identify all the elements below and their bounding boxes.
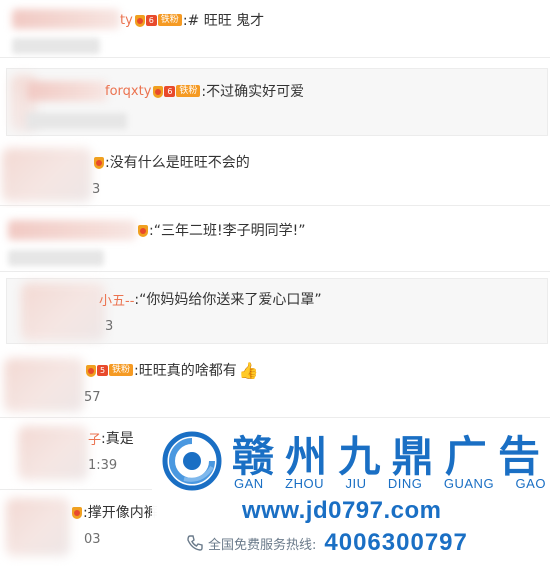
vip-badge xyxy=(138,224,148,237)
crown-icon xyxy=(86,364,96,377)
blurred-username xyxy=(12,9,120,29)
blurred-avatar xyxy=(21,283,105,341)
fan-badge: 铁粉 xyxy=(109,364,134,376)
blurred-timestamp xyxy=(12,38,100,54)
brand-logo xyxy=(162,431,222,491)
blurred-timestamp xyxy=(27,113,127,129)
comment-item: 5 铁粉 :旺旺真的啥都有 👍 57 xyxy=(0,350,550,418)
comment-line: forqxty 6 铁粉 :不过确实好可爱 xyxy=(105,81,304,101)
brand-char: 州 xyxy=(285,431,330,481)
vip-level: 5 xyxy=(97,364,108,376)
username-visible[interactable]: forqxty xyxy=(105,84,151,99)
blurred-username xyxy=(27,81,107,101)
comment-line: :“三年二班!李子明同学!” xyxy=(136,220,305,240)
blurred-avatar xyxy=(18,426,88,480)
comment-line: 小五-- :“你妈妈给你送来了爱心口罩” xyxy=(99,289,322,309)
crown-icon xyxy=(72,506,82,519)
comment-line: 5 铁粉 :旺旺真的啥都有 👍 xyxy=(84,360,259,380)
username-visible[interactable]: 子 xyxy=(88,429,101,448)
timestamp: 3 xyxy=(105,319,114,334)
pinyin-word: ZHOU xyxy=(285,476,324,491)
blurred-avatar xyxy=(4,358,84,412)
comment-item: :“三年二班!李子明同学!” xyxy=(0,208,550,272)
brand-char: 赣 xyxy=(232,431,277,481)
brand-char: 广 xyxy=(444,431,489,481)
vip-badge: 6 铁粉 xyxy=(153,85,201,98)
comment-text: :# 旺旺 鬼才 xyxy=(182,13,265,29)
pinyin-word: JIU xyxy=(345,476,367,491)
vip-badge xyxy=(94,156,104,169)
brand-char: 告 xyxy=(497,431,542,481)
username-visible[interactable]: ty xyxy=(120,13,133,28)
fan-badge: 铁粉 xyxy=(157,14,182,26)
brand-name: 赣 州 九 鼎 广 告 xyxy=(232,429,542,481)
comment-item: :没有什么是旺旺不会的 3 xyxy=(0,140,550,206)
brand-pinyin: GAN ZHOU JIU DING GUANG GAO xyxy=(234,476,546,491)
hotline: 全国免费服务热线: 4006300797 xyxy=(186,529,468,557)
comment-text: :“三年二班!李子明同学!” xyxy=(149,223,306,239)
brand-char: 九 xyxy=(338,431,383,481)
crown-icon xyxy=(134,14,145,27)
comment-text: :没有什么是旺旺不会的 xyxy=(105,155,250,171)
comment-line: :撑开像内裤 xyxy=(70,502,158,522)
timestamp: 3 xyxy=(92,182,101,197)
comment-line: 子 :真是 xyxy=(88,428,134,448)
blurred-avatar xyxy=(6,498,70,556)
crown-icon xyxy=(94,156,104,169)
pinyin-word: DING xyxy=(387,476,423,491)
vip-level: 6 xyxy=(164,85,176,97)
comment-text: :撑开像内裤 xyxy=(83,505,158,521)
vip-badge: 6 铁粉 xyxy=(134,14,182,27)
fan-badge: 铁粉 xyxy=(176,85,201,97)
pinyin-word: GAN xyxy=(234,476,264,491)
comment-text: :旺旺真的啥都有 xyxy=(134,363,237,379)
blurred-timestamp xyxy=(8,250,104,266)
thumbs-up-icon: 👍 xyxy=(238,360,259,380)
ad-url[interactable]: www.jd0797.com xyxy=(242,497,442,525)
blurred-username xyxy=(8,220,136,240)
comment-text: :真是 xyxy=(101,431,134,447)
brand-char: 鼎 xyxy=(391,431,436,481)
comment-line: :没有什么是旺旺不会的 xyxy=(92,152,250,172)
phone-icon xyxy=(187,535,203,551)
vip-badge: 5 铁粉 xyxy=(86,364,134,377)
vip-badge xyxy=(72,506,82,519)
comment-item: forqxty 6 铁粉 :不过确实好可爱 xyxy=(6,68,548,136)
ad-watermark: 赣 州 九 鼎 广 告 GAN ZHOU JIU DING GUANG GAO … xyxy=(152,421,550,566)
pinyin-word: GAO xyxy=(515,476,546,491)
comment-text: :不过确实好可爱 xyxy=(201,84,305,100)
comment-text: :“你妈妈给你送来了爱心口罩” xyxy=(134,292,322,308)
timestamp: 03 xyxy=(84,532,101,547)
username-visible[interactable]: 小五-- xyxy=(99,290,134,309)
hotline-label: 全国免费服务热线: xyxy=(208,537,317,553)
comment-item: ty 6 铁粉 :# 旺旺 鬼才 xyxy=(0,0,550,58)
crown-icon xyxy=(138,224,148,237)
timestamp: 57 xyxy=(84,390,101,405)
comment-line: ty 6 铁粉 :# 旺旺 鬼才 xyxy=(120,10,264,30)
blurred-avatar xyxy=(2,148,92,202)
timestamp: 1:39 xyxy=(88,458,118,473)
pinyin-word: GUANG xyxy=(443,476,495,491)
hotline-number[interactable]: 4006300797 xyxy=(324,529,467,557)
comment-item: 小五-- :“你妈妈给你送来了爱心口罩” 3 xyxy=(6,278,548,344)
vip-level: 6 xyxy=(145,14,157,26)
crown-icon xyxy=(153,85,164,98)
